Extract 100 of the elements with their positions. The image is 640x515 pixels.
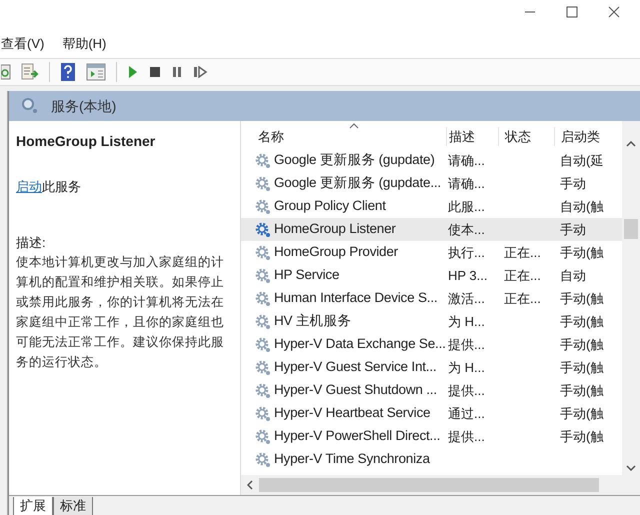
console-icon[interactable] (86, 63, 106, 81)
description-cell: 提供... (448, 383, 485, 398)
close-icon[interactable] (608, 6, 620, 18)
table-row[interactable]: HV 主机服务 为 H... 手动(触 (241, 310, 622, 333)
service-title: HomeGroup Listener (16, 132, 156, 151)
service-name: Hyper-V PowerShell Direct... (274, 427, 440, 446)
table-row[interactable]: Human Interface Device S... 激活... 正在... 手动(触 (241, 287, 622, 310)
description-text: 使本地计算机更改与加入家庭组的计算机的配置和维护相关联。如果停止或禁用此服务，你的计算机将无法在家庭组中正常工作，且你的家庭组也可能无法正常工作。建议你保持此服务的运行状态。 (16, 254, 225, 371)
menu-item[interactable]: 查看(V) (1, 34, 44, 54)
description-cell: 为 H... (448, 314, 485, 329)
table-row[interactable]: HP Service HP 3... 正在... 自动 (241, 264, 622, 287)
sort-caret-icon[interactable] (349, 123, 359, 129)
gear-icon (255, 360, 271, 376)
status-cell: 正在... (504, 245, 541, 260)
start-link[interactable]: 启动 (16, 179, 42, 194)
description-cell: 执行... (448, 245, 485, 260)
column-header[interactable]: 名称 (241, 126, 446, 146)
search-icon (21, 97, 39, 115)
startup-cell: 手动(触 (560, 429, 604, 444)
help-icon[interactable] (60, 62, 76, 82)
horizontal-scrollbar[interactable] (241, 475, 640, 495)
service-name: Hyper-V Data Exchange Se... (274, 335, 446, 354)
gear-icon (255, 152, 271, 168)
description-cell: 提供... (448, 429, 485, 444)
table-row[interactable]: Google 更新服务 (gupdate... 请确... 手动 (241, 172, 622, 195)
description-cell: 请确... (448, 176, 485, 191)
gear-icon (255, 428, 271, 444)
table-row[interactable]: HomeGroup Listener 使本... 手动 (241, 218, 622, 241)
gear-icon (255, 406, 271, 422)
stop-icon[interactable] (149, 66, 161, 78)
service-name: Google 更新服务 (gupdate) (274, 151, 435, 170)
description-cell: 请确... (448, 153, 485, 168)
view-tab[interactable]: 扩展 (13, 497, 53, 515)
gear-icon (255, 290, 271, 306)
description-label: 描述: (16, 234, 47, 252)
startup-cell: 手动(触 (560, 245, 604, 260)
service-name: Google 更新服务 (gupdate... (274, 174, 441, 192)
gear-icon (255, 268, 271, 284)
description-cell: 此服... (448, 199, 485, 214)
service-name: Hyper-V Heartbeat Service (274, 404, 430, 422)
export-icon[interactable] (21, 63, 39, 81)
description-cell: 使本... (448, 222, 485, 237)
table-row[interactable]: Hyper-V Time Synchroniza (241, 448, 622, 471)
gear-icon (255, 198, 271, 214)
startup-cell: 手动(触 (560, 406, 604, 421)
service-name: HomeGroup Listener (274, 220, 396, 238)
scroll-left-icon[interactable] (247, 480, 253, 490)
startup-cell: 自动(延 (560, 153, 604, 168)
startup-cell: 手动 (560, 222, 586, 237)
resume-icon[interactable] (193, 66, 207, 78)
startup-cell: 自动 (560, 268, 586, 283)
scroll-thumb[interactable] (624, 219, 638, 239)
status-cell: 正在... (504, 291, 541, 306)
service-name: HV 主机服务 (274, 312, 352, 330)
view-tab[interactable]: 标准 (53, 497, 93, 515)
startup-cell: 手动(触 (560, 337, 604, 352)
service-name: Hyper-V Guest Service Int... (274, 358, 436, 376)
description-cell: 激活... (448, 291, 485, 306)
gear-icon (255, 336, 271, 352)
gear-icon (255, 452, 271, 468)
gear-icon (255, 314, 271, 330)
service-name: HP Service (274, 266, 340, 284)
service-name: HomeGroup Provider (274, 243, 398, 262)
service-name: Hyper-V Guest Shutdown ... (274, 381, 437, 400)
table-row[interactable]: Group Policy Client 此服... 自动(触 (241, 195, 622, 218)
scroll-up-icon[interactable] (626, 141, 636, 147)
panel-title: 服务(本地) (51, 96, 116, 116)
gear-icon (255, 382, 271, 398)
menu-item[interactable]: 帮助(H) (62, 34, 106, 54)
column-header[interactable]: 启动类 (554, 126, 614, 146)
table-row[interactable]: Google 更新服务 (gupdate) 请确... 自动(延 (241, 149, 622, 172)
refresh-icon[interactable] (1, 64, 11, 80)
table-row[interactable]: HomeGroup Provider 执行... 正在... 手动(触 (241, 241, 622, 264)
description-cell: 提供... (448, 337, 485, 352)
action-text: 此服务 (42, 179, 81, 194)
maximize-icon[interactable] (566, 6, 578, 18)
startup-cell: 手动(触 (560, 314, 604, 329)
vertical-scrollbar[interactable] (622, 121, 640, 475)
pause-icon[interactable] (171, 66, 183, 78)
description-cell: 通过... (448, 406, 485, 421)
service-name: Hyper-V Time Synchroniza (274, 450, 430, 468)
description-cell: HP 3... (448, 268, 488, 283)
startup-cell: 手动 (560, 176, 586, 191)
gear-icon (255, 244, 271, 260)
scroll-thumb[interactable] (259, 478, 599, 492)
startup-cell: 手动(触 (560, 383, 604, 398)
play-icon[interactable] (127, 65, 139, 79)
column-header[interactable]: 状态 (498, 126, 554, 146)
gear-icon (255, 222, 271, 238)
table-row[interactable]: Hyper-V Guest Shutdown ... 提供... 手动(触 (241, 379, 622, 402)
table-row[interactable]: Hyper-V PowerShell Direct... 提供... 手动(触 (241, 425, 622, 448)
table-row[interactable]: Hyper-V Data Exchange Se... 提供... 手动(触 (241, 333, 622, 356)
description-cell: 为 H... (448, 360, 485, 375)
table-row[interactable]: Hyper-V Guest Service Int... 为 H... 手动(触 (241, 356, 622, 379)
status-cell: 正在... (504, 268, 541, 283)
service-name: Group Policy Client (274, 197, 386, 216)
table-row[interactable]: Hyper-V Heartbeat Service 通过... 手动(触 (241, 402, 622, 425)
service-name: Human Interface Device S... (274, 289, 438, 308)
column-header[interactable]: 描述 (446, 126, 498, 146)
scroll-down-icon[interactable] (626, 465, 636, 471)
